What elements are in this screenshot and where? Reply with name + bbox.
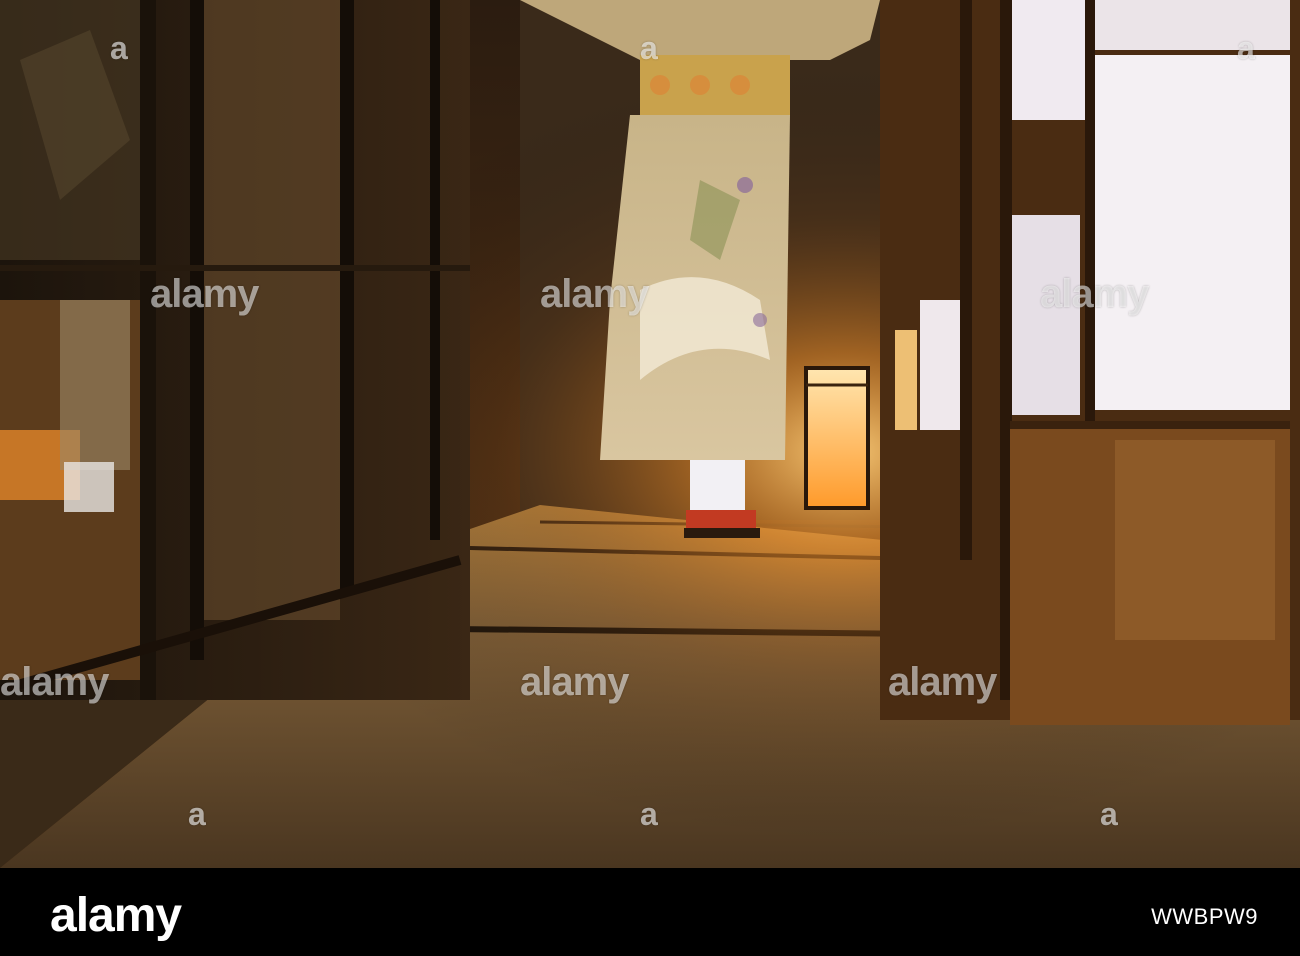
watermark-2: alamy xyxy=(540,272,649,316)
door-frame-3 xyxy=(340,0,354,590)
watermark-4: alamy xyxy=(0,660,109,704)
watermark-1: alamy xyxy=(150,272,259,316)
footer-bar: alamy WWBPW9 xyxy=(0,868,1300,956)
corridor-photo: a a a alamy alamy alamy alamy alamy alam… xyxy=(0,0,1300,868)
watermark-5: alamy xyxy=(520,660,629,704)
watermark-3: alamy xyxy=(1040,272,1149,316)
watermark-marker-5: a xyxy=(640,796,658,832)
shoji-small-panel xyxy=(920,300,965,430)
geta-sandals xyxy=(684,528,760,538)
watermark-6: alamy xyxy=(888,660,997,704)
watermark-marker-3: a xyxy=(1237,30,1255,66)
stock-photo-frame: a a a alamy alamy alamy alamy alamy alam… xyxy=(0,0,1300,956)
watermark-marker-6: a xyxy=(1100,796,1118,832)
brand-logo[interactable]: alamy xyxy=(50,888,182,943)
image-id: WWBPW9 xyxy=(1151,904,1258,929)
reflected-legs xyxy=(60,300,130,470)
door-frame-1 xyxy=(140,0,156,700)
watermark-marker-4: a xyxy=(188,796,206,832)
side-lamp-glow xyxy=(895,330,917,430)
photo-illustration xyxy=(0,0,1300,868)
door-frame-2 xyxy=(190,0,204,660)
shoji-top-left xyxy=(1010,0,1090,120)
watermark-marker-1: a xyxy=(110,30,128,66)
watermark-marker-2: a xyxy=(640,30,658,66)
andon-lantern xyxy=(804,366,870,510)
reflected-socks xyxy=(64,462,114,512)
geta-straps xyxy=(686,510,756,528)
shoji-large-panel xyxy=(1095,55,1290,410)
